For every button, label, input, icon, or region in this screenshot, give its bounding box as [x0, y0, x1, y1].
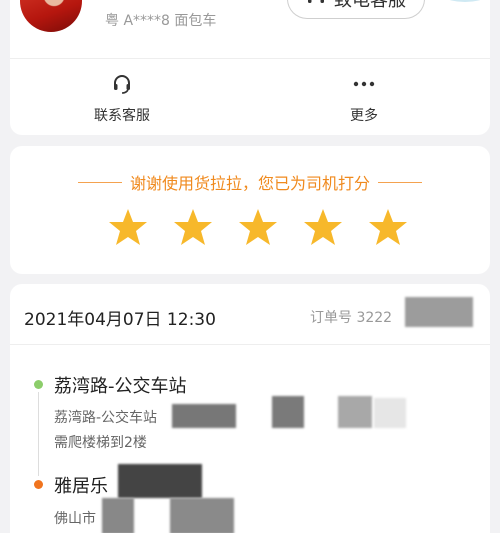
driver-card: 粤 A****8 面包车 致电客服 联系客服 更多	[10, 0, 500, 135]
more-dots-icon	[352, 73, 376, 99]
pickup-note: 需爬楼梯到2楼	[54, 435, 147, 451]
star-icon[interactable]	[238, 207, 278, 247]
call-service-button[interactable]: 致电客服	[287, 0, 425, 19]
star-rating[interactable]	[108, 207, 408, 247]
pickup-name: 荔湾路-公交车站	[54, 376, 187, 397]
redacted-dropoff	[118, 464, 202, 498]
call-service-label: 致电客服	[334, 0, 406, 11]
dash-right	[378, 181, 422, 183]
dash-left	[77, 181, 122, 183]
dropoff-address: 佛山市	[54, 511, 96, 527]
headset-icon	[306, 0, 326, 12]
route-line	[38, 392, 39, 476]
star-icon[interactable]	[108, 207, 148, 247]
pickup-dot	[34, 380, 43, 389]
rating-thanks-row: 谢谢使用货拉拉，您已为司机打分	[10, 170, 490, 194]
redacted-address	[338, 396, 372, 428]
star-icon[interactable]	[173, 207, 213, 247]
order-card: 2021年04月07日 12:30 订单号 3222 荔湾路-公交车站 荔湾路-…	[10, 284, 490, 533]
dropoff-name: 雅居乐	[54, 476, 108, 497]
contact-service-action[interactable]: 联系客服	[94, 73, 150, 125]
driver-avatar	[20, 0, 82, 32]
decorative-arc	[430, 0, 500, 2]
contact-service-label: 联系客服	[94, 108, 150, 124]
more-label: 更多	[350, 108, 378, 124]
headset-icon	[111, 73, 133, 99]
rating-thanks-text: 谢谢使用货拉拉，您已为司机打分	[129, 174, 370, 193]
star-icon[interactable]	[368, 207, 408, 247]
redacted-dropoff	[102, 498, 134, 533]
redacted-address	[272, 396, 304, 428]
redacted-address	[374, 398, 406, 428]
pickup-address: 荔湾路-公交车站	[54, 410, 158, 426]
divider	[10, 344, 490, 345]
order-datetime: 2021年04月07日 12:30	[24, 310, 216, 330]
redacted-dropoff	[170, 498, 234, 533]
star-icon[interactable]	[303, 207, 343, 247]
redacted-address	[172, 404, 236, 428]
vehicle-plate: 粤 A****8 面包车	[105, 13, 217, 29]
dropoff-dot	[34, 480, 43, 489]
order-number: 订单号 3222	[310, 310, 393, 326]
divider	[10, 58, 490, 59]
more-action[interactable]: 更多	[350, 73, 378, 125]
rating-card: 谢谢使用货拉拉，您已为司机打分	[10, 146, 490, 274]
redacted-order-number	[405, 297, 473, 327]
